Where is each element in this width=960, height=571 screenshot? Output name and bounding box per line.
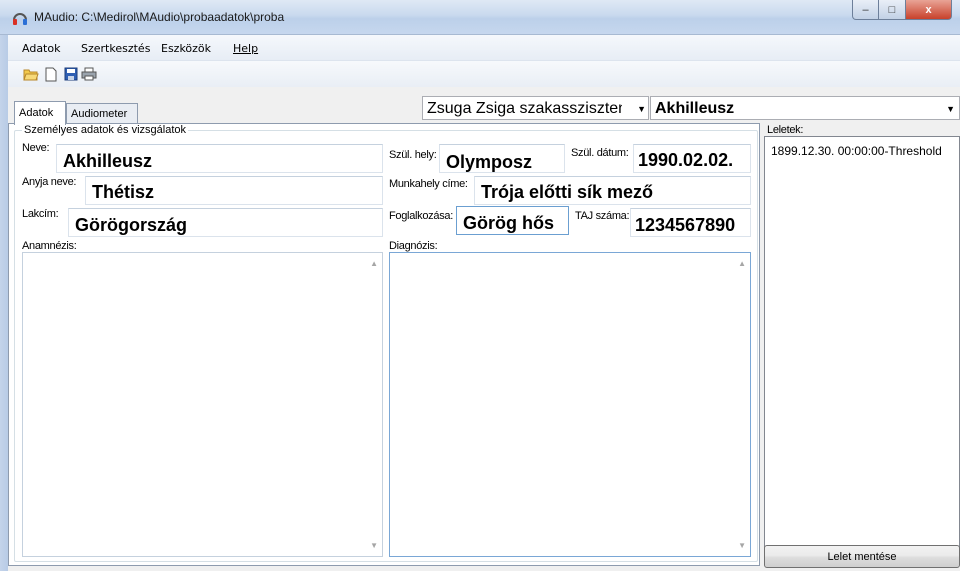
- munkahely-label: Munkahely címe:: [389, 178, 468, 190]
- title-bar: MAudio: C:\Medirol\MAudio\probaadatok\pr…: [0, 0, 960, 35]
- szul-datum-field[interactable]: 1990.02.02.: [633, 144, 751, 173]
- scroll-up-icon[interactable]: ▲: [370, 259, 378, 268]
- neve-label: Neve:: [22, 142, 50, 154]
- neve-value: Akhilleusz: [63, 151, 153, 171]
- open-folder-icon: [23, 69, 39, 81]
- foglalkozas-value: Görög hős: [463, 213, 554, 233]
- szul-datum-value: 1990.02.02.: [638, 150, 734, 170]
- taj-field[interactable]: 1234567890: [630, 208, 751, 237]
- close-icon: x: [925, 3, 932, 16]
- close-button[interactable]: x: [906, 0, 952, 20]
- menu-bar: Adatok Szertkesztés Eszközök Help: [8, 35, 960, 61]
- anamnezis-label: Anamnézis:: [22, 240, 77, 252]
- lakcim-value: Görögország: [75, 215, 188, 235]
- new-button[interactable]: [42, 65, 60, 83]
- tab-audiometer[interactable]: Audiometer: [66, 103, 138, 123]
- menu-eszkozok[interactable]: Eszközök: [161, 42, 211, 55]
- window-left-border: [0, 35, 8, 571]
- lakcim-label: Lakcím:: [22, 208, 59, 220]
- diagnozis-label: Diagnózis:: [389, 240, 438, 252]
- lakcim-field[interactable]: Görögország: [68, 208, 383, 237]
- save-icon: [64, 67, 78, 81]
- anamnezis-textarea[interactable]: ▲ ▼: [22, 252, 383, 557]
- scroll-down-icon[interactable]: ▼: [370, 541, 378, 550]
- chevron-down-icon: ▼: [637, 104, 646, 114]
- neve-field[interactable]: Akhilleusz: [56, 144, 383, 173]
- menu-adatok[interactable]: Adatok: [22, 42, 60, 55]
- szul-datum-label: Szül. dátum:: [571, 147, 629, 159]
- minimize-icon: –: [862, 3, 869, 16]
- headphones-app-icon: [13, 13, 27, 25]
- leletek-list[interactable]: 1899.12.30. 00:00:00-Threshold: [764, 136, 960, 563]
- assistant-value: Zsuga Zsiga szakasszisztens: [427, 100, 622, 117]
- anyja-neve-label: Anyja neve:: [22, 176, 77, 188]
- patient-select[interactable]: Akhilleusz ▼: [650, 96, 960, 120]
- patient-value: Akhilleusz: [655, 100, 735, 117]
- toolbar: [8, 61, 960, 87]
- tab-adatok[interactable]: Adatok: [14, 101, 66, 125]
- taj-label: TAJ száma:: [575, 210, 630, 222]
- diagnozis-textarea[interactable]: ▲ ▼: [389, 252, 751, 557]
- print-button[interactable]: [80, 65, 98, 83]
- scroll-up-icon[interactable]: ▲: [738, 259, 746, 268]
- maximize-button[interactable]: □: [879, 0, 906, 20]
- anyja-neve-field[interactable]: Thétisz: [85, 176, 383, 205]
- munkahely-field[interactable]: Trója előtti sík mező: [474, 176, 751, 205]
- munkahely-value: Trója előtti sík mező: [481, 182, 654, 202]
- scroll-down-icon[interactable]: ▼: [738, 541, 746, 550]
- print-icon: [81, 67, 97, 81]
- szul-hely-value: Olymposz: [446, 152, 533, 172]
- taj-value: 1234567890: [635, 215, 736, 235]
- maximize-icon: □: [888, 3, 896, 16]
- anyja-neve-value: Thétisz: [92, 182, 155, 202]
- new-document-icon: [45, 67, 57, 81]
- foglalkozas-field[interactable]: Görög hős: [456, 206, 569, 235]
- szul-hely-field[interactable]: Olymposz: [439, 144, 565, 173]
- leletek-label: Leletek:: [767, 124, 804, 136]
- chevron-down-icon: ▼: [946, 104, 955, 114]
- lelet-mentese-button[interactable]: Lelet mentése: [764, 545, 960, 568]
- save-button[interactable]: [62, 65, 80, 83]
- menu-szerkesztes[interactable]: Szertkesztés: [81, 42, 150, 55]
- menu-help[interactable]: Help: [233, 42, 258, 55]
- szul-hely-label: Szül. hely:: [389, 149, 437, 161]
- open-button[interactable]: [22, 65, 40, 83]
- assistant-select[interactable]: Zsuga Zsiga szakasszisztens ▼: [422, 96, 649, 120]
- window-title: MAudio: C:\Medirol\MAudio\probaadatok\pr…: [34, 10, 285, 24]
- minimize-button[interactable]: –: [852, 0, 879, 20]
- list-item[interactable]: 1899.12.30. 00:00:00-Threshold: [771, 144, 942, 158]
- group-title: Személyes adatok és vizsgálatok: [22, 124, 189, 136]
- foglalkozas-label: Foglalkozása:: [389, 210, 453, 222]
